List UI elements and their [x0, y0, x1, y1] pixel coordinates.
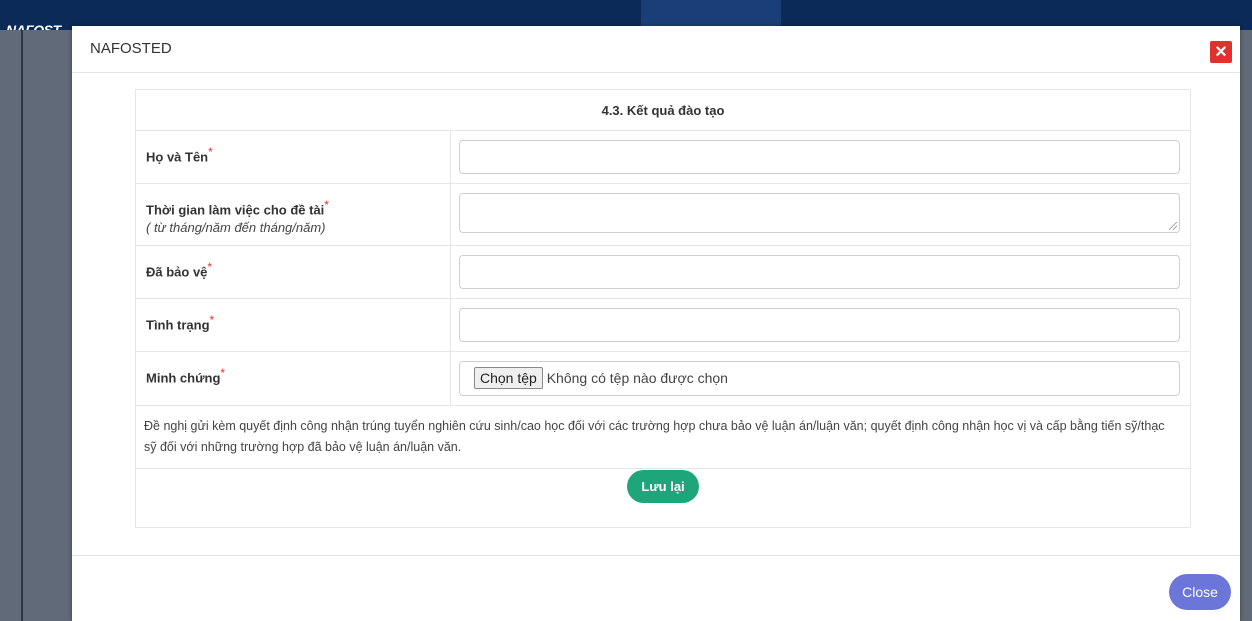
required-mark: *: [208, 145, 213, 159]
defended-input[interactable]: [459, 255, 1180, 290]
field-label-defended-text: Đã bảo vệ: [146, 264, 208, 280]
evidence-note: Đề nghị gửi kèm quyết định công nhận trú…: [135, 405, 1191, 470]
field-cell-duration: [450, 182, 1191, 247]
field-cell-defended: [450, 245, 1191, 300]
choose-file-button[interactable]: Chọn tệp: [474, 367, 543, 390]
app-sidebar: [0, 30, 72, 621]
file-status-text: Không có tệp nào được chọn: [546, 370, 728, 387]
field-label-status: Tình trạng*: [135, 298, 451, 353]
resize-grip-icon[interactable]: [1169, 222, 1177, 230]
modal-footer-divider: [72, 555, 1240, 556]
close-x-button[interactable]: ×: [1210, 41, 1232, 63]
form-actions: Lưu lại: [135, 468, 1191, 529]
required-mark: *: [220, 366, 226, 381]
field-label-evidence: Minh chứng*: [135, 351, 451, 407]
modal-header: NAFOSTED ×: [72, 26, 1240, 73]
field-label-status-text: Tình trạng: [146, 317, 210, 333]
field-label-name-text: Họ và Tên: [146, 149, 209, 165]
required-mark: *: [209, 313, 215, 328]
section-title: 4.3. Kết quả đào tạo: [135, 89, 1191, 131]
field-label-evidence-text: Minh chứng: [146, 370, 221, 386]
modal-dialog: NAFOSTED × 4.3. Kết quả đào tạo Họ và Tê…: [72, 26, 1240, 621]
field-label-duration: Thời gian làm việc cho đề tài* ( từ thán…: [135, 182, 451, 247]
required-mark: *: [207, 260, 213, 275]
name-input[interactable]: [459, 140, 1180, 174]
field-cell-evidence: Chọn tệp Không có tệp nào được chọn: [450, 351, 1191, 407]
field-label-defended: Đã bảo vệ*: [135, 245, 451, 300]
save-button[interactable]: Lưu lại: [627, 470, 699, 504]
required-mark: *: [324, 198, 329, 212]
field-cell-name: [450, 130, 1191, 184]
field-label-duration-text: Thời gian làm việc cho đề tài: [146, 202, 325, 218]
app-right-edge: [1240, 30, 1252, 621]
training-results-form: 4.3. Kết quả đào tạo Họ và Tên* Thời gia…: [135, 89, 1191, 529]
field-cell-status: [450, 298, 1191, 353]
status-input[interactable]: [459, 308, 1180, 343]
evidence-file-input[interactable]: Chọn tệp Không có tệp nào được chọn: [459, 361, 1180, 397]
duration-textarea[interactable]: [459, 193, 1180, 233]
close-button[interactable]: Close: [1169, 574, 1231, 610]
modal-title: NAFOSTED: [90, 40, 172, 57]
sidebar-divider: [21, 30, 23, 621]
duration-hint: ( từ tháng/năm đến tháng/năm): [146, 220, 326, 236]
field-label-name: Họ và Tên*: [135, 130, 451, 184]
